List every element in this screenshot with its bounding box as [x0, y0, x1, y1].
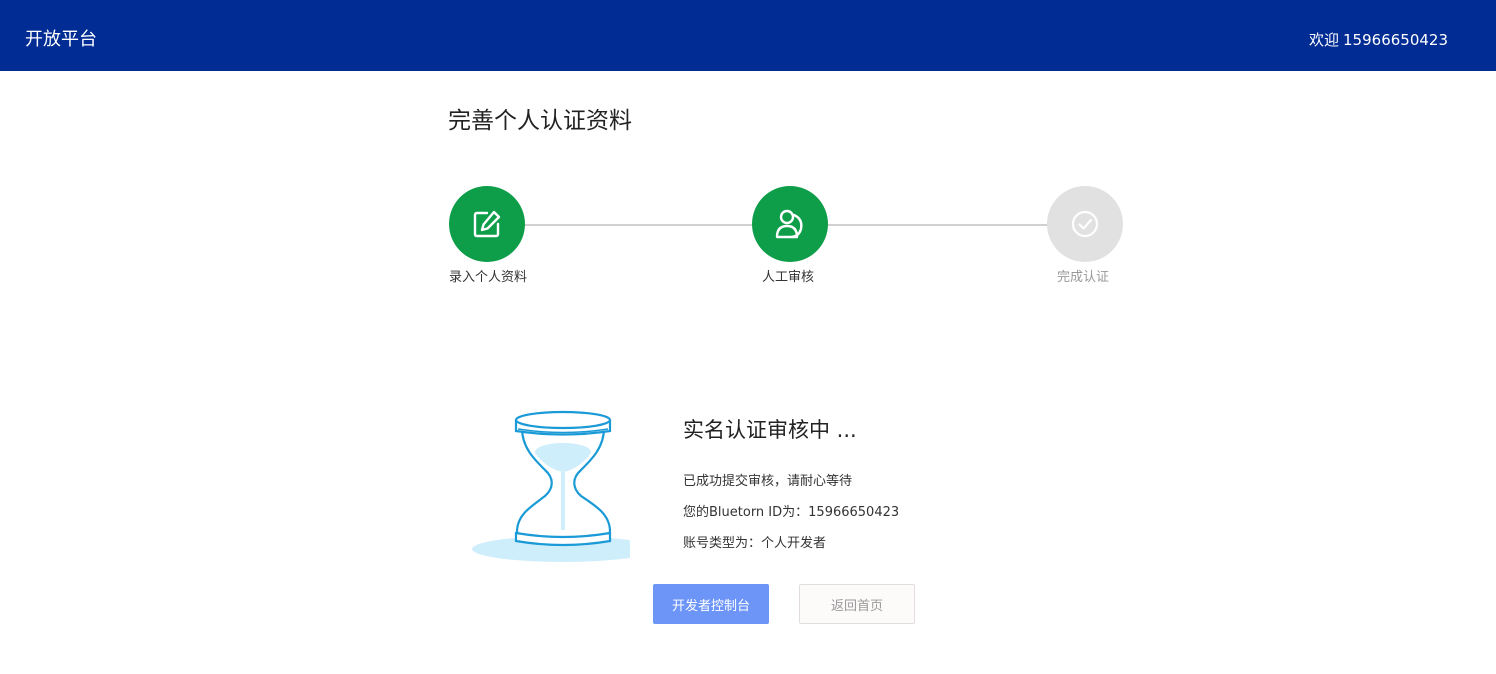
step-connector-1	[524, 224, 754, 226]
top-navbar: 开放平台 欢迎 15966650423	[0, 0, 1496, 71]
welcome-user[interactable]: 欢迎 15966650423	[1309, 29, 1448, 51]
developer-console-button[interactable]: 开发者控制台	[653, 584, 769, 624]
page-title: 完善个人认证资料	[448, 108, 632, 134]
edit-icon	[473, 210, 501, 238]
step-3-label: 完成认证	[1057, 270, 1110, 285]
review-person-icon	[775, 209, 803, 239]
status-message: 已成功提交审核，请耐心等待	[683, 474, 853, 489]
step-connector-2	[827, 224, 1049, 226]
step-3-circle	[1047, 186, 1123, 262]
step-1-circle	[449, 186, 525, 262]
brand-title[interactable]: 开放平台	[25, 27, 97, 53]
step-2-label: 人工审核	[762, 270, 815, 285]
step-1-label: 录入个人资料	[449, 270, 528, 285]
account-type: 账号类型为：个人开发者	[683, 536, 827, 551]
username: 15966650423	[1343, 31, 1448, 49]
bluetorn-id: 您的Bluetorn ID为：15966650423	[683, 505, 900, 520]
back-home-button[interactable]: 返回首页	[799, 584, 915, 624]
welcome-label: 欢迎	[1309, 31, 1340, 49]
check-circle-icon	[1071, 210, 1099, 238]
step-2-circle	[752, 186, 828, 262]
hourglass-icon	[472, 410, 630, 562]
status-title: 实名认证审核中 ...	[683, 418, 857, 442]
